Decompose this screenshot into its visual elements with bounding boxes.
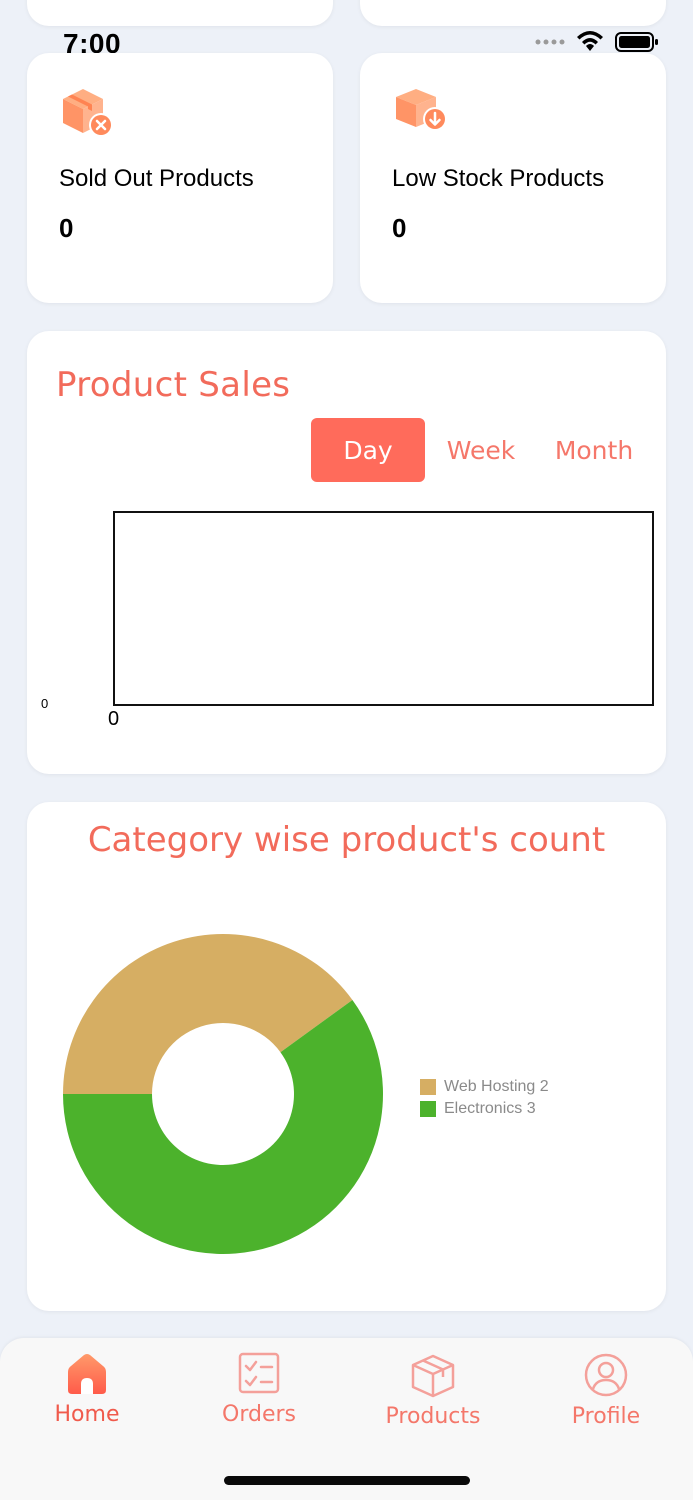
tab-products-label: Products: [385, 1404, 481, 1429]
sold-out-value: 0: [59, 213, 74, 243]
tab-orders[interactable]: Orders: [194, 1348, 324, 1448]
wifi-icon: [577, 31, 603, 51]
status-icons: [535, 31, 659, 53]
sold-out-card[interactable]: Sold Out Products 0: [27, 53, 333, 303]
category-donut-chart: [63, 934, 383, 1254]
tab-orders-label: Orders: [222, 1402, 296, 1427]
category-chart-title: Category wise product's count: [87, 820, 606, 860]
tab-month[interactable]: Month: [537, 418, 651, 482]
signal-dots-icon: [535, 39, 565, 45]
low-stock-value: 0: [392, 213, 407, 243]
y-axis-tick-label: 0: [41, 696, 49, 711]
tab-products[interactable]: Products: [368, 1348, 498, 1448]
sales-plot-area: [113, 511, 654, 706]
home-indicator: [224, 1476, 470, 1485]
tab-week[interactable]: Week: [424, 418, 538, 482]
orders-icon: [238, 1352, 280, 1394]
tab-day[interactable]: Day: [311, 418, 425, 482]
box-down-icon: [396, 89, 447, 131]
tab-home[interactable]: Home: [22, 1348, 152, 1448]
legend-label: Electronics 3: [444, 1100, 536, 1117]
previous-stat-card-right: [360, 0, 666, 26]
profile-icon: [584, 1353, 628, 1397]
products-icon: [411, 1354, 455, 1398]
category-card: Category wise product's count Web Hostin…: [27, 802, 666, 1311]
battery-icon: [615, 32, 658, 52]
sold-out-label: Sold Out Products: [59, 165, 254, 192]
legend-label: Web Hosting 2: [444, 1078, 549, 1095]
tab-profile[interactable]: Profile: [541, 1348, 671, 1448]
low-stock-label: Low Stock Products: [392, 165, 605, 192]
tab-home-label: Home: [54, 1402, 120, 1427]
legend-item: Web Hosting 2: [420, 1076, 549, 1098]
low-stock-card[interactable]: Low Stock Products 0: [360, 53, 666, 303]
product-sales-title: Product Sales: [56, 365, 291, 405]
x-axis-tick-label: 0: [108, 708, 120, 730]
home-icon: [68, 1354, 106, 1394]
previous-stat-card-left: [27, 0, 333, 26]
legend-item: Electronics 3: [420, 1098, 549, 1120]
tab-profile-label: Profile: [571, 1404, 641, 1429]
legend-swatch: [420, 1079, 436, 1095]
box-x-icon: [63, 89, 113, 137]
product-sales-card: Product Sales Day Week Month 0 0: [27, 331, 666, 774]
legend-swatch: [420, 1101, 436, 1117]
category-legend: Web Hosting 2 Electronics 3: [420, 1076, 549, 1120]
